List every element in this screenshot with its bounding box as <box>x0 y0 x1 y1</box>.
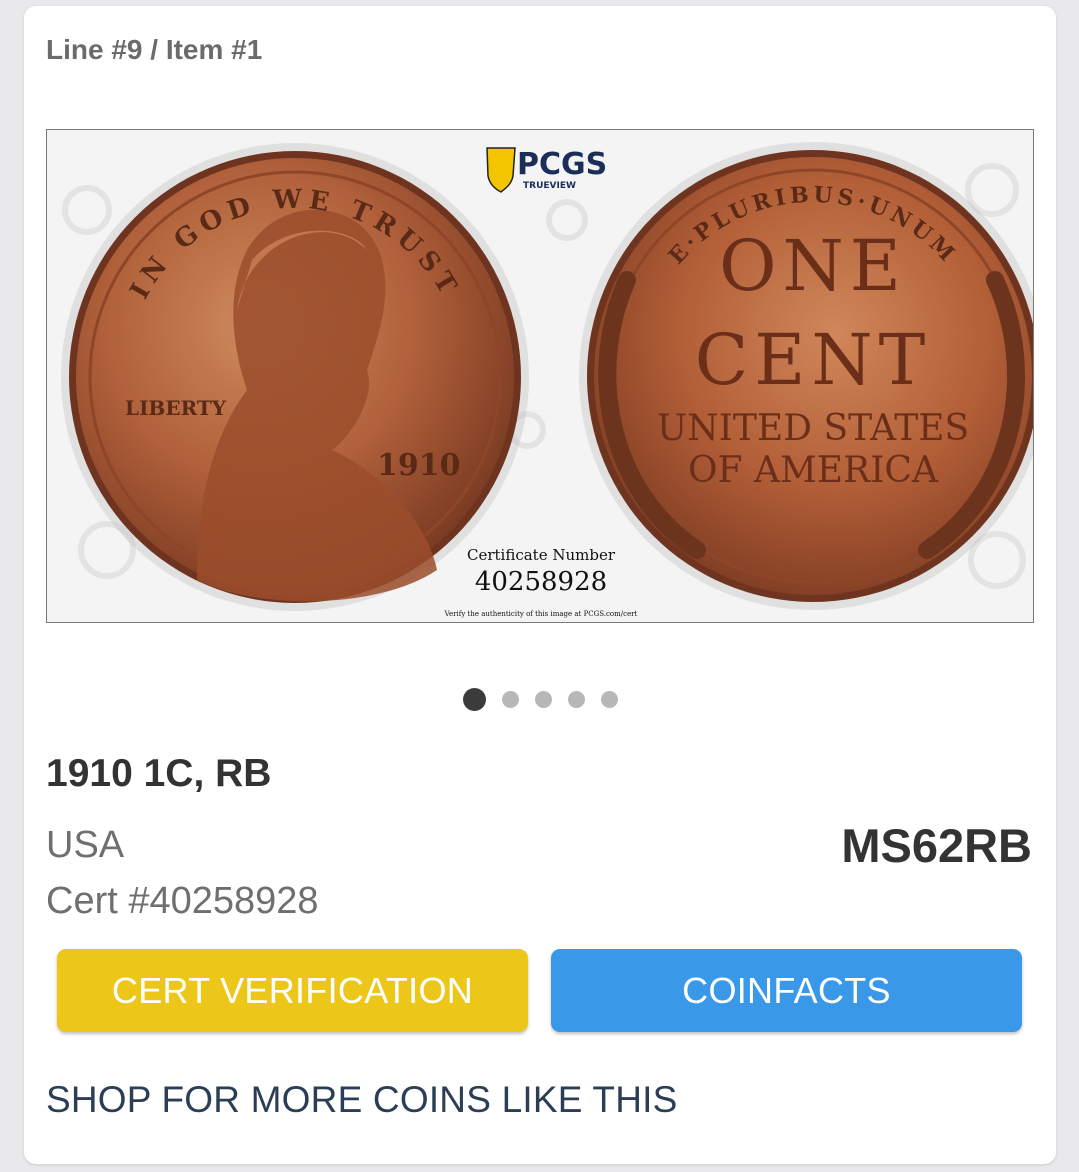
coin-cert-number: Cert #40258928 <box>46 880 319 922</box>
carousel-dot[interactable] <box>462 688 486 711</box>
coinfacts-button[interactable]: COINFACTS <box>551 949 1022 1032</box>
image-cert-label: Certificate Number <box>467 546 616 564</box>
coin-grade: MS62RB <box>841 819 1032 872</box>
image-cert-number: 40258928 <box>475 567 607 597</box>
item-card: Line #9 / Item #1 IN GOD WE TRUST LIBERT… <box>24 6 1056 1164</box>
carousel-indicator[interactable] <box>24 688 1056 711</box>
carousel-dot[interactable] <box>567 691 585 708</box>
image-verify-text: Verify the authenticity of this image at… <box>444 610 638 618</box>
breadcrumb: Line #9 / Item #1 <box>46 34 263 65</box>
obverse-liberty: LIBERTY <box>125 396 227 420</box>
pcgs-wordmark: PCGS <box>517 147 607 182</box>
reverse-cent: CENT <box>695 319 932 401</box>
carousel-dot[interactable] <box>600 691 618 708</box>
cert-verification-button[interactable]: CERT VERIFICATION <box>57 949 528 1032</box>
coin-title: 1910 1C, RB <box>46 752 272 795</box>
reverse-of-america: OF AMERICA <box>688 450 939 491</box>
obverse-date: 1910 <box>377 448 461 483</box>
carousel-dot[interactable] <box>501 691 519 708</box>
coin-image[interactable]: IN GOD WE TRUST LIBERTY 1910 E·PLURIBUS·… <box>46 129 1034 623</box>
reverse-coin: E·PLURIBUS·UNUM ONE CENT UNITED STATES O… <box>579 142 1033 610</box>
obverse-coin: IN GOD WE TRUST LIBERTY 1910 <box>61 143 529 611</box>
reverse-united-states: UNITED STATES <box>657 408 969 449</box>
coin-country: USA <box>46 824 125 866</box>
pcgs-trueview: TRUEVIEW <box>523 181 576 191</box>
shop-more-coins-link[interactable]: SHOP FOR MORE COINS LIKE THIS <box>46 1079 678 1121</box>
carousel-dot[interactable] <box>534 691 552 708</box>
reverse-one: ONE <box>719 225 907 307</box>
